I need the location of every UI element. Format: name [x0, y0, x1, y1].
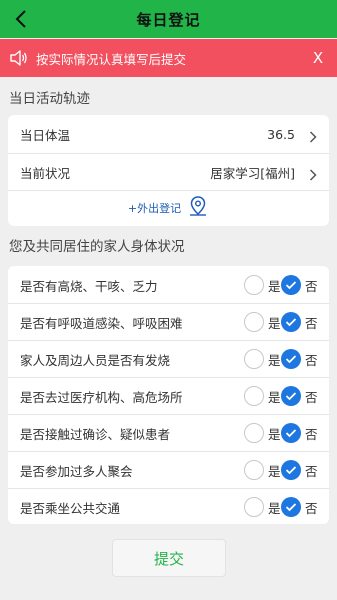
notice-bar: 按实际情况认真填写后提交 X	[0, 39, 337, 77]
question-text: 是否去过医疗机构、高危场所	[20, 389, 183, 405]
temperature-label: 当日体温	[20, 127, 71, 143]
yes-label: 是	[268, 389, 281, 405]
question-row: 是否有高烧、干咳、乏力 是 否	[8, 266, 329, 304]
yes-radio[interactable]	[244, 423, 264, 443]
activity-card: 当日体温 36.5 当前状况 居家学习[福州] +外出登记	[8, 115, 329, 226]
temperature-row[interactable]: 当日体温 36.5	[8, 115, 329, 153]
location-pin-icon	[187, 195, 209, 221]
health-card: 是否有高烧、干咳、乏力 是 否 是否有呼吸道感染、呼吸困难 是 否 家人及周边人…	[8, 266, 329, 524]
activity-section-title: 当日活动轨迹	[9, 91, 90, 107]
question-row: 是否乘坐公共交通 是 否	[8, 488, 329, 524]
yes-label: 是	[268, 426, 281, 442]
temperature-value: 36.5	[267, 126, 295, 142]
no-radio-checked[interactable]	[281, 275, 301, 295]
out-register-button[interactable]: +外出登记	[8, 190, 329, 226]
no-label: 否	[305, 463, 318, 479]
yes-label: 是	[268, 315, 281, 331]
question-row: 是否有呼吸道感染、呼吸困难 是 否	[8, 303, 329, 341]
no-label: 否	[305, 315, 318, 331]
yes-radio[interactable]	[244, 386, 264, 406]
no-radio-checked[interactable]	[281, 460, 301, 480]
no-label: 否	[305, 389, 318, 405]
no-radio-checked[interactable]	[281, 312, 301, 332]
yes-radio[interactable]	[244, 312, 264, 332]
question-text: 家人及周边人员是否有发烧	[20, 352, 171, 368]
yes-label: 是	[268, 352, 281, 368]
no-label: 否	[305, 500, 318, 516]
no-label: 否	[305, 352, 318, 368]
speaker-icon	[10, 50, 28, 66]
yes-radio[interactable]	[244, 349, 264, 369]
yes-label: 是	[268, 463, 281, 479]
app-header: 每日登记	[0, 0, 337, 38]
question-row: 家人及周边人员是否有发烧 是 否	[8, 340, 329, 378]
question-text: 是否接触过确诊、疑似患者	[20, 426, 171, 442]
yes-label: 是	[268, 500, 281, 516]
question-text: 是否乘坐公共交通	[20, 500, 121, 516]
page-title: 每日登记	[136, 10, 201, 29]
submit-button[interactable]: 提交	[112, 539, 226, 577]
chevron-right-icon	[309, 128, 317, 143]
question-text: 是否有高烧、干咳、乏力	[20, 278, 158, 294]
question-text: 是否有呼吸道感染、呼吸困难	[20, 315, 183, 331]
no-radio-checked[interactable]	[281, 423, 301, 443]
question-row: 是否参加过多人聚会 是 否	[8, 451, 329, 489]
yes-radio[interactable]	[244, 275, 264, 295]
yes-radio[interactable]	[244, 460, 264, 480]
no-radio-checked[interactable]	[281, 497, 301, 517]
status-value: 居家学习[福州]	[210, 165, 295, 181]
yes-label: 是	[268, 278, 281, 294]
status-label: 当前状况	[20, 165, 71, 181]
no-radio-checked[interactable]	[281, 349, 301, 369]
out-register-label: +外出登记	[127, 202, 182, 215]
question-row: 是否接触过确诊、疑似患者 是 否	[8, 414, 329, 452]
notice-text: 按实际情况认真填写后提交	[36, 52, 187, 67]
no-label: 否	[305, 426, 318, 442]
back-icon[interactable]	[8, 6, 34, 32]
question-row: 是否去过医疗机构、高危场所 是 否	[8, 377, 329, 415]
health-section-title: 您及共同居住的家人身体状况	[9, 239, 185, 255]
yes-radio[interactable]	[244, 497, 264, 517]
close-icon[interactable]: X	[309, 47, 327, 69]
status-row[interactable]: 当前状况 居家学习[福州]	[8, 153, 329, 191]
no-label: 否	[305, 278, 318, 294]
no-radio-checked[interactable]	[281, 386, 301, 406]
chevron-right-icon	[309, 166, 317, 181]
question-text: 是否参加过多人聚会	[20, 463, 133, 479]
